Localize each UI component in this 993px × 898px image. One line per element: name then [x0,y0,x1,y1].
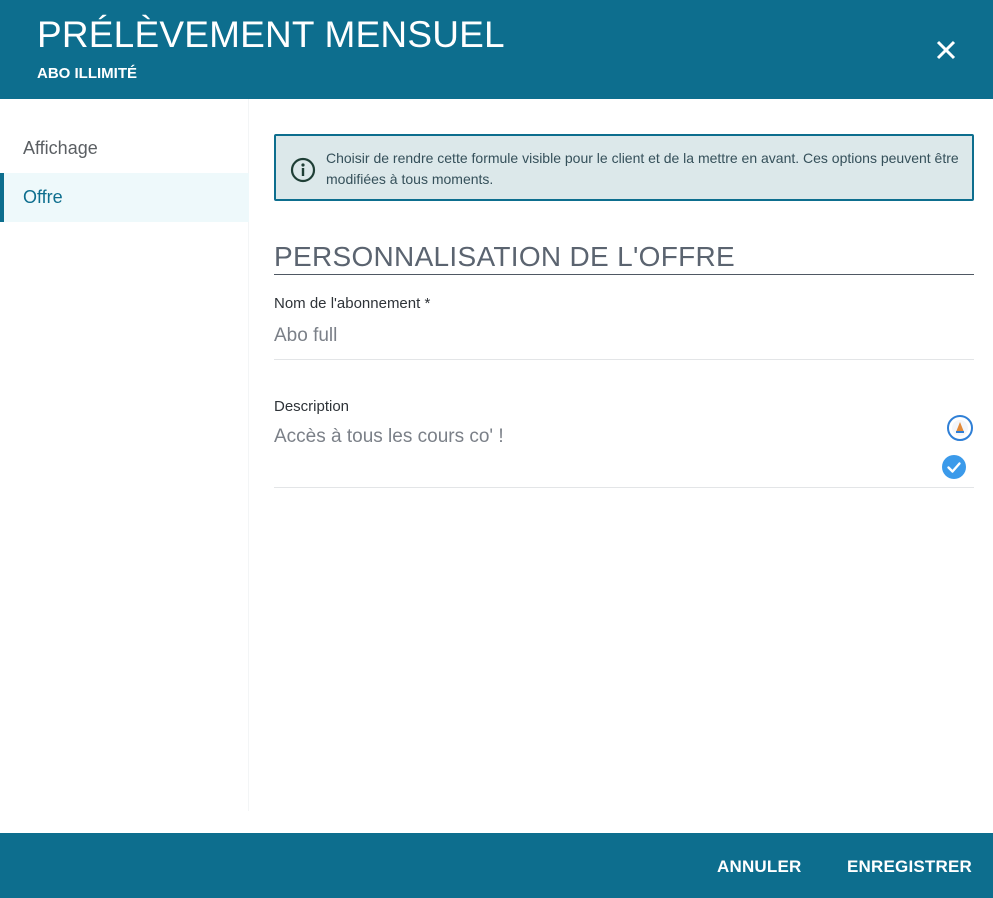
info-text: Choisir de rendre cette formule visible … [326,150,959,187]
info-banner: Choisir de rendre cette formule visible … [274,134,974,201]
description-field-input[interactable]: Accès à tous les cours co' ! [274,426,974,488]
sidebar: Affichage Offre [0,99,249,811]
main-content: Choisir de rendre cette formule visible … [250,99,993,833]
sidebar-item-affichage[interactable]: Affichage [0,124,249,173]
name-field-label: Nom de l'abonnement * [274,295,431,312]
name-field-input[interactable]: Abo full [274,325,974,360]
description-field-label: Description [274,398,350,415]
grammar-extension-icon[interactable] [947,415,973,441]
modal-footer: ANNULER ENREGISTRER [0,833,993,898]
section-title: PERSONNALISATION DE L'OFFRE [274,239,974,275]
sidebar-item-offre[interactable]: Offre [0,173,249,222]
check-circle-icon[interactable] [941,454,967,480]
sidebar-item-label: Affichage [23,138,98,158]
info-icon [290,157,316,183]
modal-header: PRÉLÈVEMENT MENSUEL ABO ILLIMITÉ [0,0,993,99]
sidebar-item-label: Offre [23,187,63,207]
modal-title: PRÉLÈVEMENT MENSUEL [37,14,505,55]
close-icon [936,40,956,60]
modal-subtitle: ABO ILLIMITÉ [37,65,137,82]
close-button[interactable] [930,34,962,66]
save-button[interactable]: ENREGISTRER [847,857,972,877]
cancel-button[interactable]: ANNULER [717,857,802,877]
